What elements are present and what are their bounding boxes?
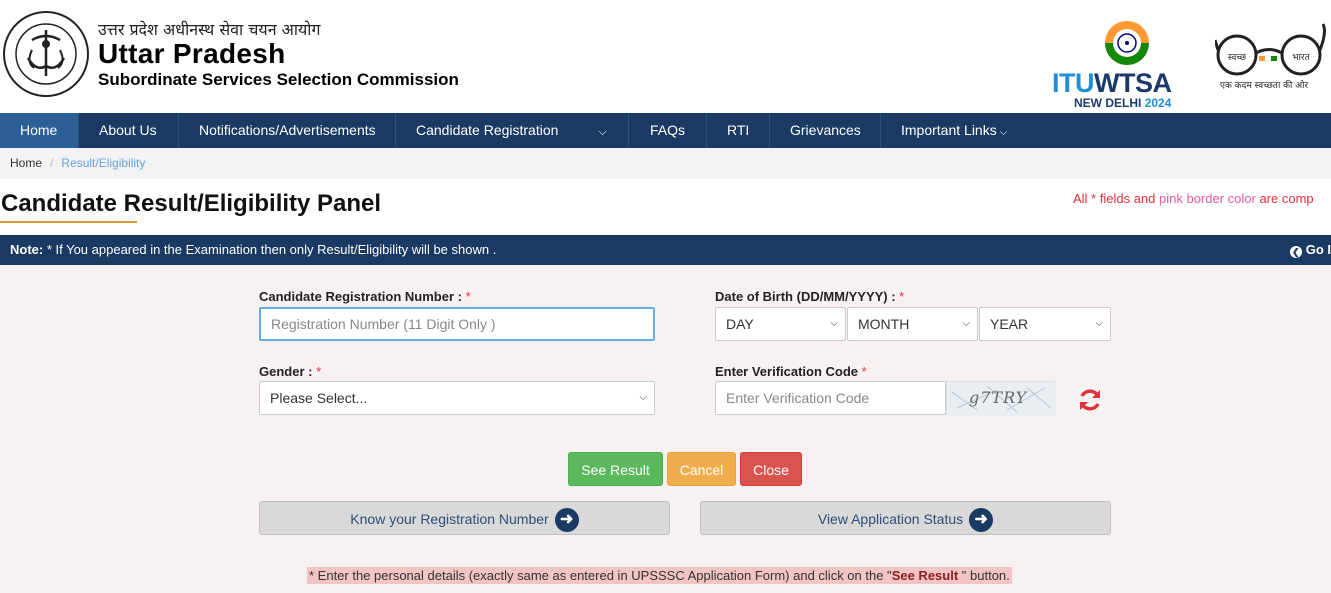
- nav-about-us[interactable]: About Us: [79, 113, 179, 148]
- know-registration-number-button[interactable]: Know your Registration Number ➜: [259, 501, 670, 535]
- itu-location: NEW DELHI 2024: [1074, 96, 1172, 110]
- main-navigation: Home About Us Notifications/Advertisemen…: [0, 113, 1331, 148]
- arrow-right-circle-icon: ➜: [554, 508, 579, 533]
- dob-label: Date of Birth (DD/MM/YYYY) : *: [715, 289, 905, 304]
- nav-grievances[interactable]: Grievances: [770, 113, 881, 148]
- breadcrumb-separator: /: [50, 156, 54, 170]
- captcha-text: g7TRY: [969, 388, 1028, 407]
- svg-text:भारत: भारत: [1292, 53, 1310, 63]
- required-fields-note: All * fields and pink border color are c…: [1073, 191, 1314, 206]
- swachh-tagline: एक कदम स्वच्छता की ओर: [1220, 81, 1309, 91]
- note-bar: Note: * If You appeared in the Examinati…: [0, 235, 1331, 265]
- nav-faqs[interactable]: FAQs: [629, 113, 707, 148]
- refresh-captcha-icon[interactable]: [1076, 386, 1104, 414]
- captcha-image: g7TRY: [946, 381, 1056, 416]
- note-label: Note:: [10, 242, 44, 257]
- note-text: * If You appeared in the Examination the…: [43, 242, 497, 257]
- go-back-link[interactable]: ❮ Go I: [1289, 235, 1331, 265]
- close-button[interactable]: Close: [740, 452, 802, 486]
- arrow-right-circle-icon: ➜: [969, 508, 994, 533]
- itu-wtsa-wordmark: ITUWTSA: [1052, 68, 1172, 98]
- org-subtitle: Subordinate Services Selection Commissio…: [98, 70, 459, 89]
- verification-code-input[interactable]: [715, 381, 946, 415]
- dob-month-select[interactable]: MONTH ⌵: [847, 307, 978, 341]
- dob-year-select[interactable]: YEAR ⌵: [979, 307, 1111, 341]
- org-title: Uttar Pradesh: [98, 38, 286, 69]
- site-header: उत्तर प्रदेश अधीनस्थ सेवा चयन आयोग Uttar…: [0, 0, 1331, 113]
- up-government-emblem-icon: [3, 11, 89, 97]
- cancel-button[interactable]: Cancel: [667, 452, 736, 486]
- chevron-down-icon: ⌵: [962, 318, 970, 329]
- breadcrumb-current: Result/Eligibility: [61, 156, 146, 170]
- breadcrumb-home[interactable]: Home: [10, 156, 42, 170]
- hindi-org-name: उत्तर प्रदेश अधीनस्थ सेवा चयन आयोग: [98, 20, 321, 39]
- dob-day-select[interactable]: DAY ⌵: [715, 307, 846, 341]
- gender-select[interactable]: Please Select... ⌵: [259, 381, 655, 415]
- chevron-left-icon: ❮: [1289, 246, 1302, 258]
- chevron-down-icon: ⌵: [830, 318, 838, 329]
- registration-number-input[interactable]: [259, 307, 655, 341]
- instruction-text: * Enter the personal details (exactly sa…: [307, 567, 1012, 584]
- nav-notifications[interactable]: Notifications/Advertisements: [179, 113, 396, 148]
- nav-rti[interactable]: RTI: [707, 113, 770, 148]
- svg-text:स्वच्छ: स्वच्छ: [1228, 53, 1247, 63]
- chevron-down-icon: ⌵: [999, 127, 1008, 138]
- result-form-panel: Candidate Registration Number : * Date o…: [0, 265, 1331, 593]
- reg-number-label: Candidate Registration Number : *: [259, 289, 471, 304]
- see-result-button[interactable]: See Result: [568, 452, 663, 486]
- breadcrumb: Home / Result/Eligibility: [0, 148, 1331, 179]
- title-underline: [0, 221, 137, 223]
- nav-home[interactable]: Home: [0, 113, 79, 148]
- chevron-down-icon: ⌵: [639, 392, 647, 403]
- verification-code-label: Enter Verification Code *: [715, 364, 867, 379]
- nav-candidate-registration[interactable]: Candidate Registration ⌵: [396, 113, 629, 148]
- chevron-down-icon: ⌵: [1095, 318, 1103, 329]
- gender-label: Gender : *: [259, 364, 322, 379]
- chevron-down-icon: ⌵: [598, 126, 607, 138]
- page-title: Candidate Result/Eligibility Panel: [1, 190, 382, 217]
- nav-important-links[interactable]: Important Links ⌵: [881, 113, 1027, 148]
- view-application-status-button[interactable]: View Application Status ➜: [700, 501, 1111, 535]
